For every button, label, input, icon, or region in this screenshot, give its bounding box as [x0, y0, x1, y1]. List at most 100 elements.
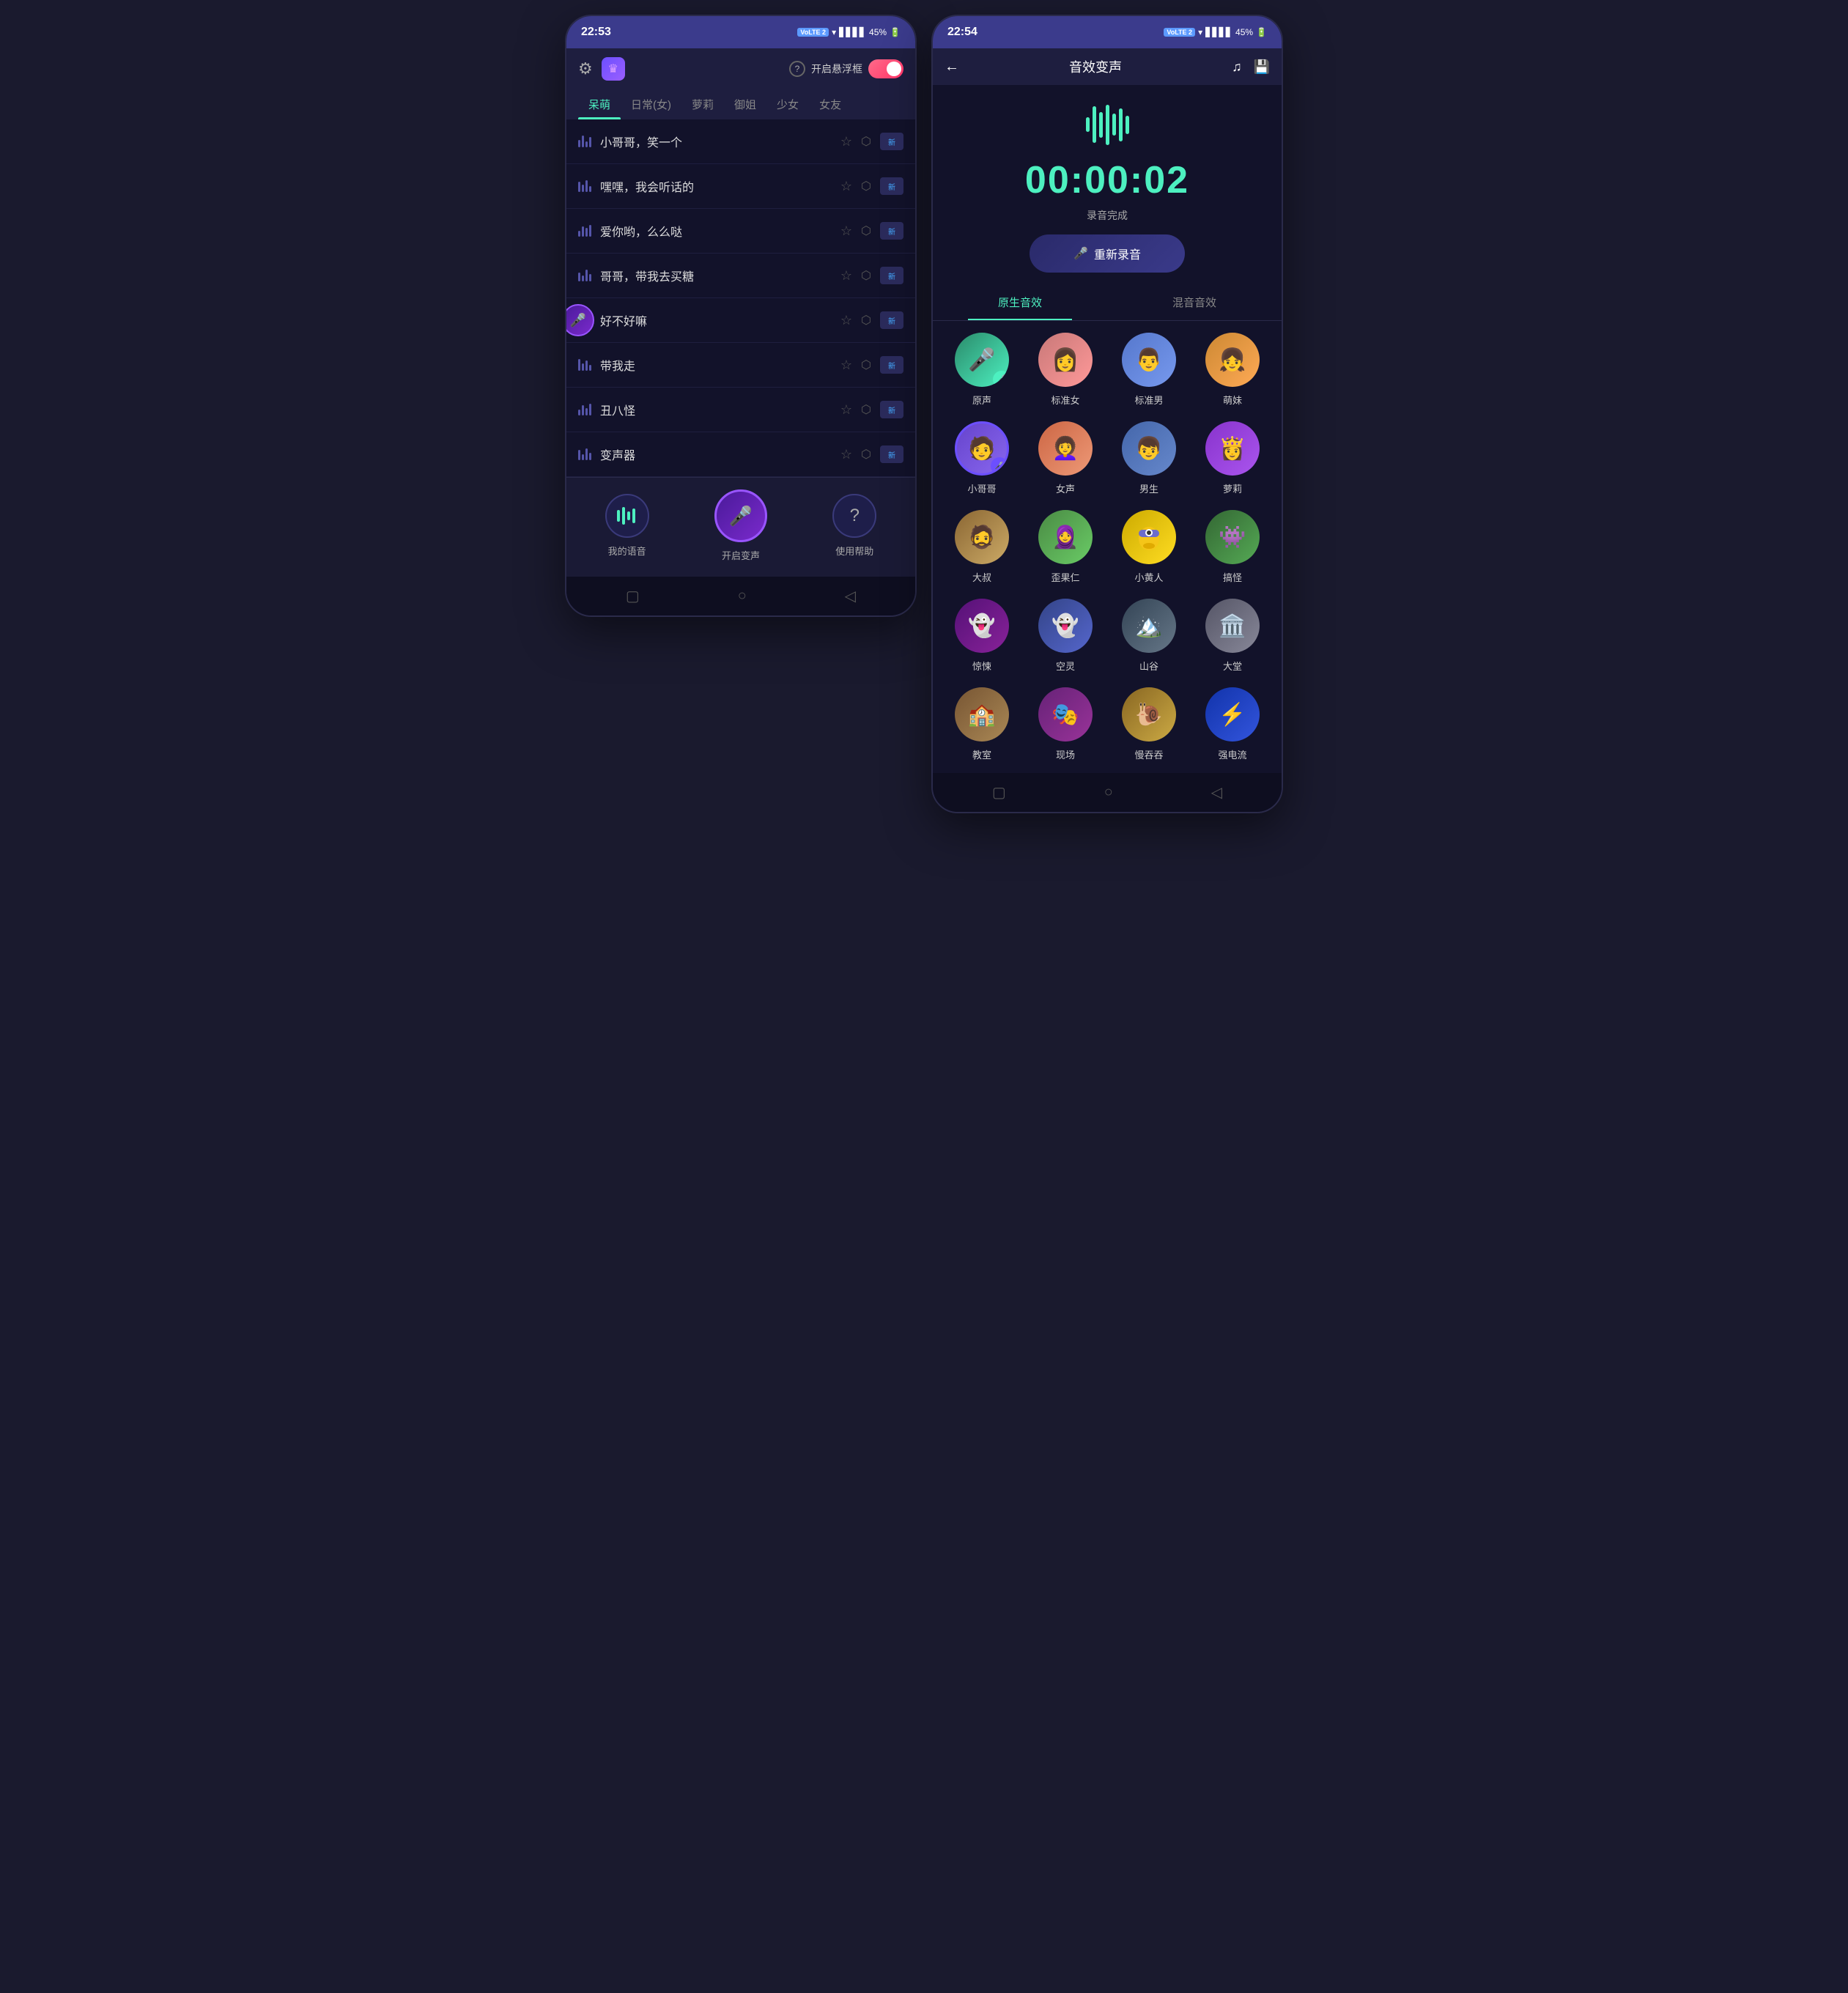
export-icon[interactable]: ⬡ [861, 268, 871, 283]
re-record-button[interactable]: 🎤 重新录音 [1030, 234, 1185, 273]
floating-mic-button[interactable]: 🎤 [565, 304, 594, 336]
effect-name: 标准男 [1134, 393, 1163, 407]
back-button[interactable]: ← [945, 59, 959, 75]
music-list-icon[interactable]: ♫ [1232, 59, 1242, 75]
export-icon[interactable]: ⬡ [861, 402, 871, 417]
help-button[interactable]: ? 使用帮助 [832, 494, 876, 558]
star-icon[interactable]: ☆ [840, 313, 852, 328]
effect-item-ethereal[interactable]: 👻 空灵 [1028, 599, 1103, 673]
star-icon[interactable]: ☆ [840, 223, 852, 239]
header-top-left: ⚙ ♛ ? 开启悬浮框 [578, 57, 903, 81]
effect-item-valley[interactable]: 🏔️ 山谷 [1112, 599, 1186, 673]
effect-item-brother[interactable]: 🧑 🎤 小哥哥 [945, 421, 1019, 495]
settings-icon[interactable]: ⚙ [578, 59, 593, 78]
nav-back-icon[interactable]: ◁ [845, 587, 856, 605]
effect-avatar-cute: 👧 [1205, 333, 1260, 387]
voice-name: 哥哥，带我去买糖 [600, 267, 840, 284]
voice-item[interactable]: 好不好嘛 ☆ ⬡ 新 🎤 [566, 298, 915, 343]
tab-nvyou[interactable]: 女友 [809, 89, 851, 119]
platform-badge[interactable]: 新 [880, 445, 903, 463]
star-icon[interactable]: ☆ [840, 179, 852, 194]
voice-item[interactable]: 带我走 ☆ ⬡ 新 [566, 343, 915, 388]
tab-daily-female[interactable]: 日常(女) [621, 89, 681, 119]
voice-item[interactable]: 丑八怪 ☆ ⬡ 新 [566, 388, 915, 432]
float-toggle[interactable] [868, 59, 903, 78]
nav-back-icon-right[interactable]: ◁ [1211, 783, 1222, 802]
effect-item-original[interactable]: 🎤 🎤 原声 [945, 333, 1019, 407]
star-icon[interactable]: ☆ [840, 358, 852, 373]
effect-avatar-horror: 👻 [955, 599, 1009, 653]
effect-avatar-boy: 👦 [1122, 421, 1176, 476]
start-change-button[interactable]: 🎤 开启变声 [714, 489, 767, 562]
effect-item-cute[interactable]: 👧 萌妹 [1195, 333, 1270, 407]
voice-item[interactable]: 哥哥，带我去买糖 ☆ ⬡ 新 [566, 254, 915, 298]
star-icon[interactable]: ☆ [840, 402, 852, 418]
effect-avatar-female: 👩 [1038, 333, 1093, 387]
tab-daomeng[interactable]: 呆萌 [578, 89, 621, 119]
effect-item-littleyellow[interactable]: 小黄人 [1112, 510, 1186, 584]
effect-item-hall[interactable]: 🏛️ 大堂 [1195, 599, 1270, 673]
effect-item-male[interactable]: 👨 标准男 [1112, 333, 1186, 407]
export-icon[interactable]: ⬡ [861, 134, 871, 149]
star-icon[interactable]: ☆ [840, 134, 852, 149]
tab-original-effect[interactable]: 原生音效 [933, 284, 1107, 320]
effect-item-horror[interactable]: 👻 惊悚 [945, 599, 1019, 673]
tab-luoli[interactable]: 萝莉 [681, 89, 724, 119]
effect-item-electric[interactable]: ⚡ 强电流 [1195, 687, 1270, 761]
voice-name: 丑八怪 [600, 401, 840, 418]
effect-item-boy[interactable]: 👦 男生 [1112, 421, 1186, 495]
export-icon[interactable]: ⬡ [861, 447, 871, 462]
effect-avatar-ethereal: 👻 [1038, 599, 1093, 653]
effect-item-uncle[interactable]: 🧔 大叔 [945, 510, 1019, 584]
nav-circle-icon-right[interactable]: ○ [1104, 784, 1113, 801]
platform-badge[interactable]: 新 [880, 133, 903, 150]
effect-item-classroom[interactable]: 🏫 教室 [945, 687, 1019, 761]
voice-item[interactable]: 小哥哥，笑一个 ☆ ⬡ 新 [566, 119, 915, 164]
effect-item-live[interactable]: 🎭 现场 [1028, 687, 1103, 761]
crown-icon[interactable]: ♛ [602, 57, 625, 81]
float-toggle-area: ? 开启悬浮框 [789, 59, 903, 78]
header-right-phone: ← 音效变声 ♫ 💾 [933, 48, 1282, 85]
float-label: 开启悬浮框 [811, 62, 862, 76]
effect-name: 萝莉 [1223, 481, 1242, 495]
voice-actions: ☆ ⬡ 新 [840, 356, 903, 374]
effect-item-female[interactable]: 👩 标准女 [1028, 333, 1103, 407]
battery-right: 45% [1235, 27, 1253, 37]
effect-avatar-femvoice: 👩‍🦱 [1038, 421, 1093, 476]
platform-badge[interactable]: 新 [880, 222, 903, 240]
platform-badge[interactable]: 新 [880, 177, 903, 195]
export-icon[interactable]: ⬡ [861, 313, 871, 328]
effect-item-slow[interactable]: 🐌 慢吞吞 [1112, 687, 1186, 761]
platform-badge[interactable]: 新 [880, 401, 903, 418]
nav-circle-icon[interactable]: ○ [738, 588, 747, 604]
effect-avatar-uncle: 🧔 [955, 510, 1009, 564]
platform-badge[interactable]: 新 [880, 356, 903, 374]
export-icon[interactable]: ⬡ [861, 358, 871, 372]
save-icon[interactable]: 💾 [1254, 59, 1270, 75]
export-icon[interactable]: ⬡ [861, 223, 871, 238]
time-right: 22:54 [947, 26, 977, 39]
export-icon[interactable]: ⬡ [861, 179, 871, 193]
voice-item[interactable]: 爱你哟，么么哒 ☆ ⬡ 新 [566, 209, 915, 254]
platform-badge[interactable]: 新 [880, 267, 903, 284]
effect-item-moli[interactable]: 👸 萝莉 [1195, 421, 1270, 495]
star-icon[interactable]: ☆ [840, 268, 852, 284]
nav-square-icon-right[interactable]: ▢ [992, 783, 1006, 802]
help-icon[interactable]: ? [789, 61, 805, 77]
voice-name: 嘿嘿，我会听话的 [600, 177, 840, 195]
tab-shaonu[interactable]: 少女 [766, 89, 809, 119]
tab-yujie[interactable]: 御姐 [724, 89, 766, 119]
effect-item-monster[interactable]: 👾 搞怪 [1195, 510, 1270, 584]
effect-name: 标准女 [1051, 393, 1079, 407]
voice-item[interactable]: 变声器 ☆ ⬡ 新 [566, 432, 915, 477]
effect-item-femvoice[interactable]: 👩‍🦱 女声 [1028, 421, 1103, 495]
tab-mixed-effect[interactable]: 混音音效 [1107, 284, 1282, 320]
voice-item[interactable]: 嘿嘿，我会听话的 ☆ ⬡ 新 [566, 164, 915, 209]
nav-square-icon[interactable]: ▢ [626, 587, 640, 605]
effect-item-foreigner[interactable]: 🧕 歪果仁 [1028, 510, 1103, 584]
page-title: 音效变声 [1069, 57, 1122, 76]
platform-badge[interactable]: 新 [880, 311, 903, 329]
effect-avatar-brother: 🧑 🎤 [955, 421, 1009, 476]
star-icon[interactable]: ☆ [840, 447, 852, 462]
my-voice-button[interactable]: 我的语音 [605, 494, 649, 558]
